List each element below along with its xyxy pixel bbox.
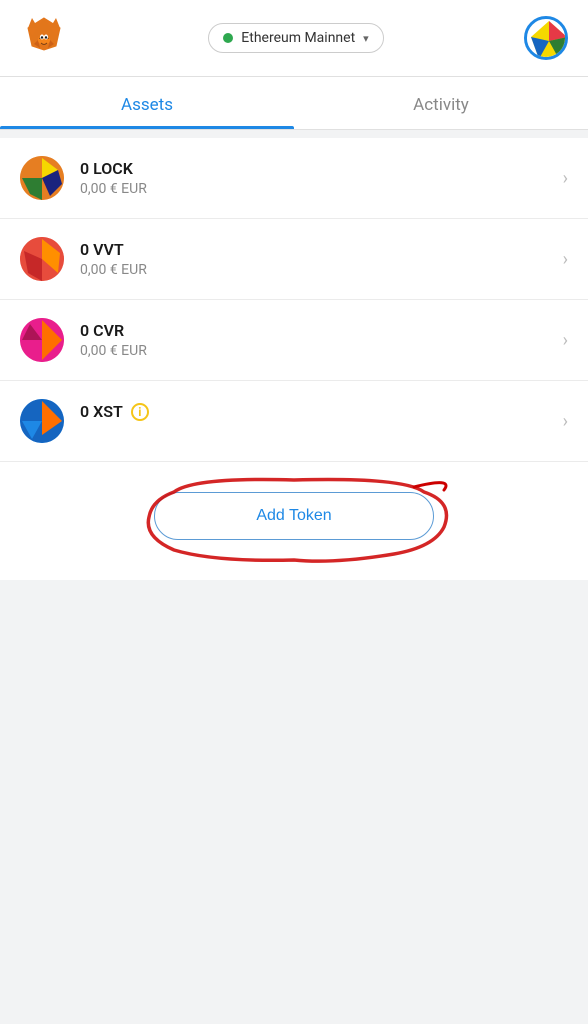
xst-asset-info: 0 XST i [80,402,553,440]
xst-token-icon [20,399,64,443]
asset-list: 0 LOCK 0,00 € EUR › 0 VVT 0,00 € EUR › [0,138,588,462]
asset-item-lock[interactable]: 0 LOCK 0,00 € EUR › [0,138,588,219]
vvt-asset-value: 0,00 € EUR [80,262,553,278]
lock-asset-name: 0 LOCK [80,159,553,178]
cvr-token-icon [20,318,64,362]
add-token-area: Add Token [0,462,588,580]
xst-chevron-icon: › [563,411,568,432]
network-label: Ethereum Mainnet [241,30,355,46]
cvr-chevron-icon: › [563,330,568,351]
avatar[interactable] [524,16,568,60]
lock-chevron-icon: › [563,168,568,189]
network-selector[interactable]: Ethereum Mainnet ▾ [208,23,383,53]
add-token-button[interactable]: Add Token [154,492,434,540]
xst-asset-name: 0 XST i [80,402,553,421]
network-chevron-icon: ▾ [363,32,369,45]
tabs: Assets Activity [0,77,588,130]
vvt-asset-info: 0 VVT 0,00 € EUR [80,240,553,278]
asset-item-xst[interactable]: 0 XST i › [0,381,588,462]
cvr-asset-name: 0 CVR [80,321,553,340]
cvr-asset-value: 0,00 € EUR [80,343,553,359]
vvt-asset-name: 0 VVT [80,240,553,259]
tab-activity[interactable]: Activity [294,77,588,129]
xst-info-icon[interactable]: i [131,403,149,421]
network-status-dot [223,33,233,43]
cvr-asset-info: 0 CVR 0,00 € EUR [80,321,553,359]
lock-asset-value: 0,00 € EUR [80,181,553,197]
asset-item-cvr[interactable]: 0 CVR 0,00 € EUR › [0,300,588,381]
header: Ethereum Mainnet ▾ [0,0,588,77]
xst-asset-value [80,424,553,440]
metamask-logo [20,14,68,62]
tab-assets[interactable]: Assets [0,77,294,129]
lock-asset-info: 0 LOCK 0,00 € EUR [80,159,553,197]
lock-token-icon [20,156,64,200]
asset-item-vvt[interactable]: 0 VVT 0,00 € EUR › [0,219,588,300]
vvt-chevron-icon: › [563,249,568,270]
vvt-token-icon [20,237,64,281]
